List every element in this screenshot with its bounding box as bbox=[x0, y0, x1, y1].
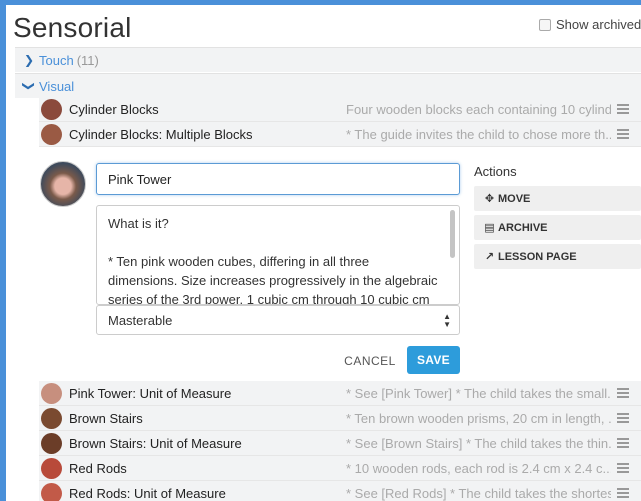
category-row-visual[interactable]: ❯ Visual bbox=[15, 73, 641, 98]
lesson-editor: Pink Tower What is it? * Ten pink wooden… bbox=[39, 152, 641, 380]
select-arrows-icon: ▲ ▼ bbox=[443, 312, 451, 329]
list-item[interactable]: Brown Stairs: Unit of Measure * See [Bro… bbox=[39, 431, 641, 456]
lesson-thumbnail bbox=[41, 382, 62, 404]
list-item[interactable]: Cylinder Blocks: Multiple Blocks * The g… bbox=[39, 122, 641, 147]
actions-title: Actions bbox=[474, 164, 517, 179]
chevron-down-icon: ❯ bbox=[22, 80, 36, 92]
lesson-name: Red Rods bbox=[69, 460, 127, 476]
category-label: Visual bbox=[39, 78, 75, 94]
show-archived-checkbox[interactable] bbox=[539, 18, 551, 31]
category-label: Touch bbox=[39, 52, 74, 68]
mastery-select[interactable]: Masterable ▲ ▼ bbox=[96, 305, 460, 335]
lesson-description: * 10 wooden rods, each rod is 2.4 cm x 2… bbox=[346, 460, 611, 476]
save-button[interactable]: SAVE bbox=[407, 346, 460, 374]
lesson-description: Four wooden blocks each containing 10 cy… bbox=[346, 101, 611, 117]
list-item[interactable]: Red Rods: Unit of Measure * See [Red Rod… bbox=[39, 481, 641, 501]
lesson-name: Cylinder Blocks: Multiple Blocks bbox=[69, 126, 253, 142]
drag-handle-icon[interactable] bbox=[617, 413, 637, 423]
external-link-icon: ↗ bbox=[484, 251, 495, 263]
lesson-name: Brown Stairs bbox=[69, 410, 143, 426]
lesson-name: Red Rods: Unit of Measure bbox=[69, 485, 226, 501]
chevron-right-icon: ❯ bbox=[23, 53, 35, 67]
lesson-description: * See [Brown Stairs] * The child takes t… bbox=[346, 435, 611, 451]
archive-icon: ▤ bbox=[484, 222, 495, 234]
lesson-page-label: LESSON PAGE bbox=[498, 250, 577, 263]
lesson-photo[interactable] bbox=[40, 161, 86, 207]
list-item[interactable]: Pink Tower: Unit of Measure * See [Pink … bbox=[39, 381, 641, 406]
lesson-description-textarea[interactable]: What is it? * Ten pink wooden cubes, dif… bbox=[96, 205, 460, 305]
drag-handle-icon[interactable] bbox=[617, 388, 637, 398]
show-archived-label: Show archived bbox=[556, 17, 641, 32]
archive-button[interactable]: ▤ ARCHIVE bbox=[474, 215, 641, 240]
move-icon: ✥ bbox=[484, 193, 495, 205]
lesson-description: * The guide invites the child to chose m… bbox=[346, 126, 611, 142]
drag-handle-icon[interactable] bbox=[617, 438, 637, 448]
textarea-scrollbar[interactable] bbox=[450, 210, 455, 258]
lesson-name-input[interactable]: Pink Tower bbox=[96, 163, 460, 195]
archive-label: ARCHIVE bbox=[498, 221, 548, 234]
lesson-thumbnail bbox=[41, 98, 62, 120]
category-row-touch[interactable]: ❯ Touch (11) bbox=[15, 47, 641, 72]
curriculum-page: Sensorial Show archived ❯ Touch (11) ❯ V… bbox=[6, 5, 641, 501]
lesson-thumbnail bbox=[41, 407, 62, 429]
drag-handle-icon[interactable] bbox=[617, 104, 637, 114]
lesson-thumbnail bbox=[41, 457, 62, 479]
lesson-page-button[interactable]: ↗ LESSON PAGE bbox=[474, 244, 641, 269]
lesson-thumbnail bbox=[41, 123, 62, 145]
category-count: (11) bbox=[76, 52, 99, 68]
move-label: MOVE bbox=[498, 192, 531, 205]
lesson-description: * See [Pink Tower] * The child takes the… bbox=[346, 385, 611, 401]
mastery-select-value: Masterable bbox=[108, 312, 173, 328]
move-button[interactable]: ✥ MOVE bbox=[474, 186, 641, 211]
drag-handle-icon[interactable] bbox=[617, 463, 637, 473]
lesson-thumbnail bbox=[41, 482, 62, 501]
page-title: Sensorial bbox=[13, 12, 132, 43]
list-item[interactable]: Brown Stairs * Ten brown wooden prisms, … bbox=[39, 406, 641, 431]
cancel-button[interactable]: CANCEL bbox=[341, 347, 399, 375]
drag-handle-icon[interactable] bbox=[617, 129, 637, 139]
lesson-thumbnail bbox=[41, 432, 62, 454]
lesson-description: * Ten brown wooden prisms, 20 cm in leng… bbox=[346, 410, 611, 426]
lesson-name: Cylinder Blocks bbox=[69, 101, 159, 117]
lesson-description: * See [Red Rods] * The child takes the s… bbox=[346, 485, 611, 501]
lesson-name: Brown Stairs: Unit of Measure bbox=[69, 435, 242, 451]
list-item[interactable]: Red Rods * 10 wooden rods, each rod is 2… bbox=[39, 456, 641, 481]
list-item[interactable]: Cylinder Blocks Four wooden blocks each … bbox=[39, 97, 641, 122]
show-archived-toggle[interactable]: Show archived bbox=[539, 17, 641, 32]
drag-handle-icon[interactable] bbox=[617, 488, 637, 498]
lesson-name: Pink Tower: Unit of Measure bbox=[69, 385, 232, 401]
